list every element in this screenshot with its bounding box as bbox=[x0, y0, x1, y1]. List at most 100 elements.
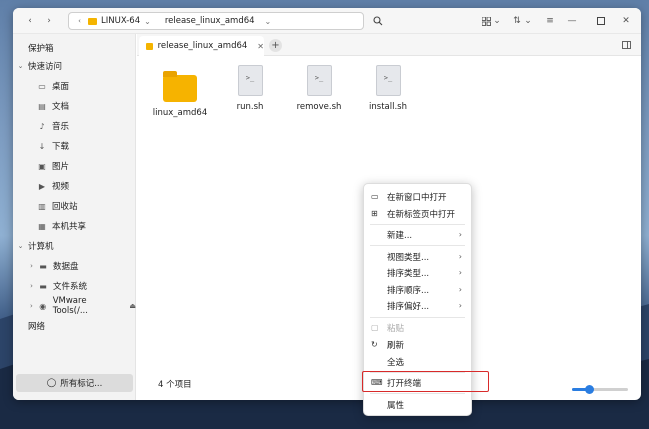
sidebar-item-label: 本机共享 bbox=[52, 222, 87, 232]
sidebar-item-pictures[interactable]: ▣ 图片 bbox=[13, 158, 136, 174]
window-icon: ▭ bbox=[371, 192, 379, 201]
sidebar-item-trash[interactable]: ▥ 回收站 bbox=[13, 198, 136, 214]
chevron-down-icon[interactable]: ⌄ bbox=[265, 17, 272, 26]
disk-icon: ▬ bbox=[39, 261, 47, 271]
minimize-icon[interactable]: — bbox=[565, 14, 579, 28]
back-icon[interactable]: ‹ bbox=[23, 14, 37, 28]
file-item-script[interactable]: >_ install.sh bbox=[358, 65, 418, 112]
tag-icon: ◯ bbox=[46, 378, 57, 388]
sidebar-item-vmware-tools[interactable]: › ◉ VMware Tools(/... ⏏ bbox=[13, 296, 136, 316]
menu-item-label: 排序偏好... bbox=[387, 301, 430, 312]
music-icon: ♪ bbox=[39, 121, 45, 131]
folder-icon bbox=[146, 42, 153, 50]
chevron-down-icon[interactable]: ⌄ bbox=[144, 17, 151, 26]
menu-item-sort-type[interactable]: 排序类型... › bbox=[364, 265, 471, 280]
menu-item-new[interactable]: 新建... › bbox=[364, 227, 471, 242]
menu-item-paste: ▢ 粘贴 bbox=[364, 320, 471, 335]
zoom-slider-handle[interactable] bbox=[585, 385, 594, 394]
chevron-right-icon: › bbox=[458, 301, 462, 310]
sidebar-item-shares[interactable]: ▦ 本机共享 bbox=[13, 218, 136, 234]
menu-item-label: 属性 bbox=[387, 400, 405, 411]
tab-bar: release_linux_amd64 ✕ + bbox=[137, 34, 641, 56]
menu-item-properties[interactable]: 属性 bbox=[364, 397, 471, 412]
sidebar-section-quick-access[interactable]: ⌄ 快速访问 bbox=[13, 58, 136, 74]
download-icon: ↓ bbox=[38, 141, 46, 151]
sidebar-item-label: 数据盘 bbox=[53, 262, 79, 272]
picture-icon: ▣ bbox=[38, 161, 46, 171]
eject-icon[interactable]: ⏏ bbox=[129, 302, 136, 310]
video-icon: ▶ bbox=[38, 181, 46, 191]
file-name: linux_amd64 bbox=[152, 108, 208, 118]
file-name: remove.sh bbox=[296, 102, 342, 112]
shell-script-icon: >_ bbox=[375, 65, 401, 96]
sidebar-item-music[interactable]: ♪ 音乐 bbox=[13, 118, 136, 134]
script-icon-glyph: >_ bbox=[245, 74, 255, 82]
chevron-right-icon[interactable]: › bbox=[27, 262, 36, 270]
chevron-down-icon[interactable]: ⌄ bbox=[490, 14, 504, 28]
maximize-icon[interactable] bbox=[594, 14, 608, 28]
breadcrumb[interactable]: ‹ LINUX-64 ⌄ release_linux_amd64 ⌄ bbox=[68, 12, 364, 30]
sidebar-item-network[interactable]: 网络 bbox=[13, 318, 136, 334]
file-item-script[interactable]: >_ run.sh bbox=[220, 65, 280, 112]
zoom-slider[interactable] bbox=[572, 385, 628, 394]
chevron-right-icon[interactable]: › bbox=[27, 282, 36, 290]
breadcrumb-item-current[interactable]: release_linux_amd64 bbox=[165, 16, 255, 26]
sidebar-item-filesystem[interactable]: › ▬ 文件系统 bbox=[13, 278, 136, 294]
all-tags-button[interactable]: ◯ 所有标记... bbox=[16, 374, 133, 392]
sidebar-item-videos[interactable]: ▶ 视频 bbox=[13, 178, 136, 194]
menu-icon[interactable]: ≡ bbox=[543, 14, 557, 28]
menu-item-refresh[interactable]: ↻ 刷新 bbox=[364, 337, 471, 352]
all-tags-label: 所有标记... bbox=[60, 379, 103, 389]
breadcrumb-item-root[interactable]: LINUX-64 bbox=[101, 16, 140, 26]
sidebar-item-label: 回收站 bbox=[52, 202, 78, 212]
section-label: 快速访问 bbox=[28, 62, 63, 72]
chevron-down-icon[interactable]: ⌄ bbox=[16, 242, 25, 250]
menu-item-select-all[interactable]: 全选 bbox=[364, 354, 471, 369]
sidebar-item-label: 文件系统 bbox=[53, 282, 88, 292]
sidebar-section-computer[interactable]: ⌄ 计算机 bbox=[13, 238, 136, 254]
menu-item-sort-order[interactable]: 排序顺序... › bbox=[364, 282, 471, 297]
new-tab-icon: ⊞ bbox=[371, 209, 378, 218]
menu-item-label: 在新标签页中打开 bbox=[387, 209, 456, 220]
file-item-script[interactable]: >_ remove.sh bbox=[289, 65, 349, 112]
close-tab-icon[interactable]: ✕ bbox=[257, 42, 264, 51]
desktop-icon: ▭ bbox=[38, 81, 46, 91]
sidebar-item-downloads[interactable]: ↓ 下载 bbox=[13, 138, 136, 154]
document-icon: ▤ bbox=[38, 101, 46, 111]
chevron-left-icon[interactable]: ‹ bbox=[75, 17, 84, 25]
chevron-down-icon[interactable]: ⌄ bbox=[16, 62, 25, 70]
chevron-right-icon: › bbox=[458, 285, 462, 294]
menu-item-open-new-window[interactable]: ▭ 在新窗口中打开 bbox=[364, 189, 471, 204]
sidebar-item-documents[interactable]: ▤ 文档 bbox=[13, 98, 136, 114]
chevron-down-icon[interactable]: ⌄ bbox=[521, 14, 535, 28]
sidebar-item-desktop[interactable]: ▭ 桌面 bbox=[13, 78, 136, 94]
menu-item-label: 全选 bbox=[387, 357, 405, 368]
sidebar-item-data-disk[interactable]: › ▬ 数据盘 bbox=[13, 258, 136, 274]
close-icon[interactable]: ✕ bbox=[619, 14, 633, 28]
detail-panel-icon[interactable] bbox=[619, 38, 633, 52]
paste-icon: ▢ bbox=[371, 323, 379, 332]
forward-icon[interactable]: › bbox=[42, 14, 56, 28]
file-item-folder[interactable]: linux_amd64 bbox=[150, 65, 210, 118]
folder-icon bbox=[88, 17, 97, 25]
chevron-right-icon: › bbox=[458, 230, 462, 239]
tab-release-linux-amd64[interactable]: release_linux_amd64 ✕ bbox=[139, 36, 264, 56]
sidebar-item-vault[interactable]: 保护箱 bbox=[13, 40, 136, 56]
section-label: 计算机 bbox=[28, 242, 54, 252]
tab-label: release_linux_amd64 bbox=[157, 41, 248, 51]
chevron-right-icon[interactable]: › bbox=[27, 302, 36, 310]
sidebar-item-label: 下载 bbox=[52, 142, 70, 152]
annotation-highlight-box bbox=[362, 371, 489, 392]
file-name: install.sh bbox=[369, 102, 407, 112]
add-tab-button[interactable]: + bbox=[269, 39, 282, 52]
menu-item-open-new-tab[interactable]: ⊞ 在新标签页中打开 bbox=[364, 206, 471, 221]
search-icon[interactable] bbox=[371, 14, 385, 28]
menu-item-sort-preference[interactable]: 排序偏好... › bbox=[364, 298, 471, 313]
item-count: 4 个项目 bbox=[158, 380, 192, 390]
sidebar-item-label: 视频 bbox=[52, 182, 70, 192]
menu-item-label: 视图类型... bbox=[387, 252, 430, 263]
menu-item-view-type[interactable]: 视图类型... › bbox=[364, 249, 471, 264]
script-icon-glyph: >_ bbox=[383, 74, 393, 82]
menu-divider bbox=[370, 317, 465, 318]
chevron-right-icon: › bbox=[458, 252, 462, 261]
